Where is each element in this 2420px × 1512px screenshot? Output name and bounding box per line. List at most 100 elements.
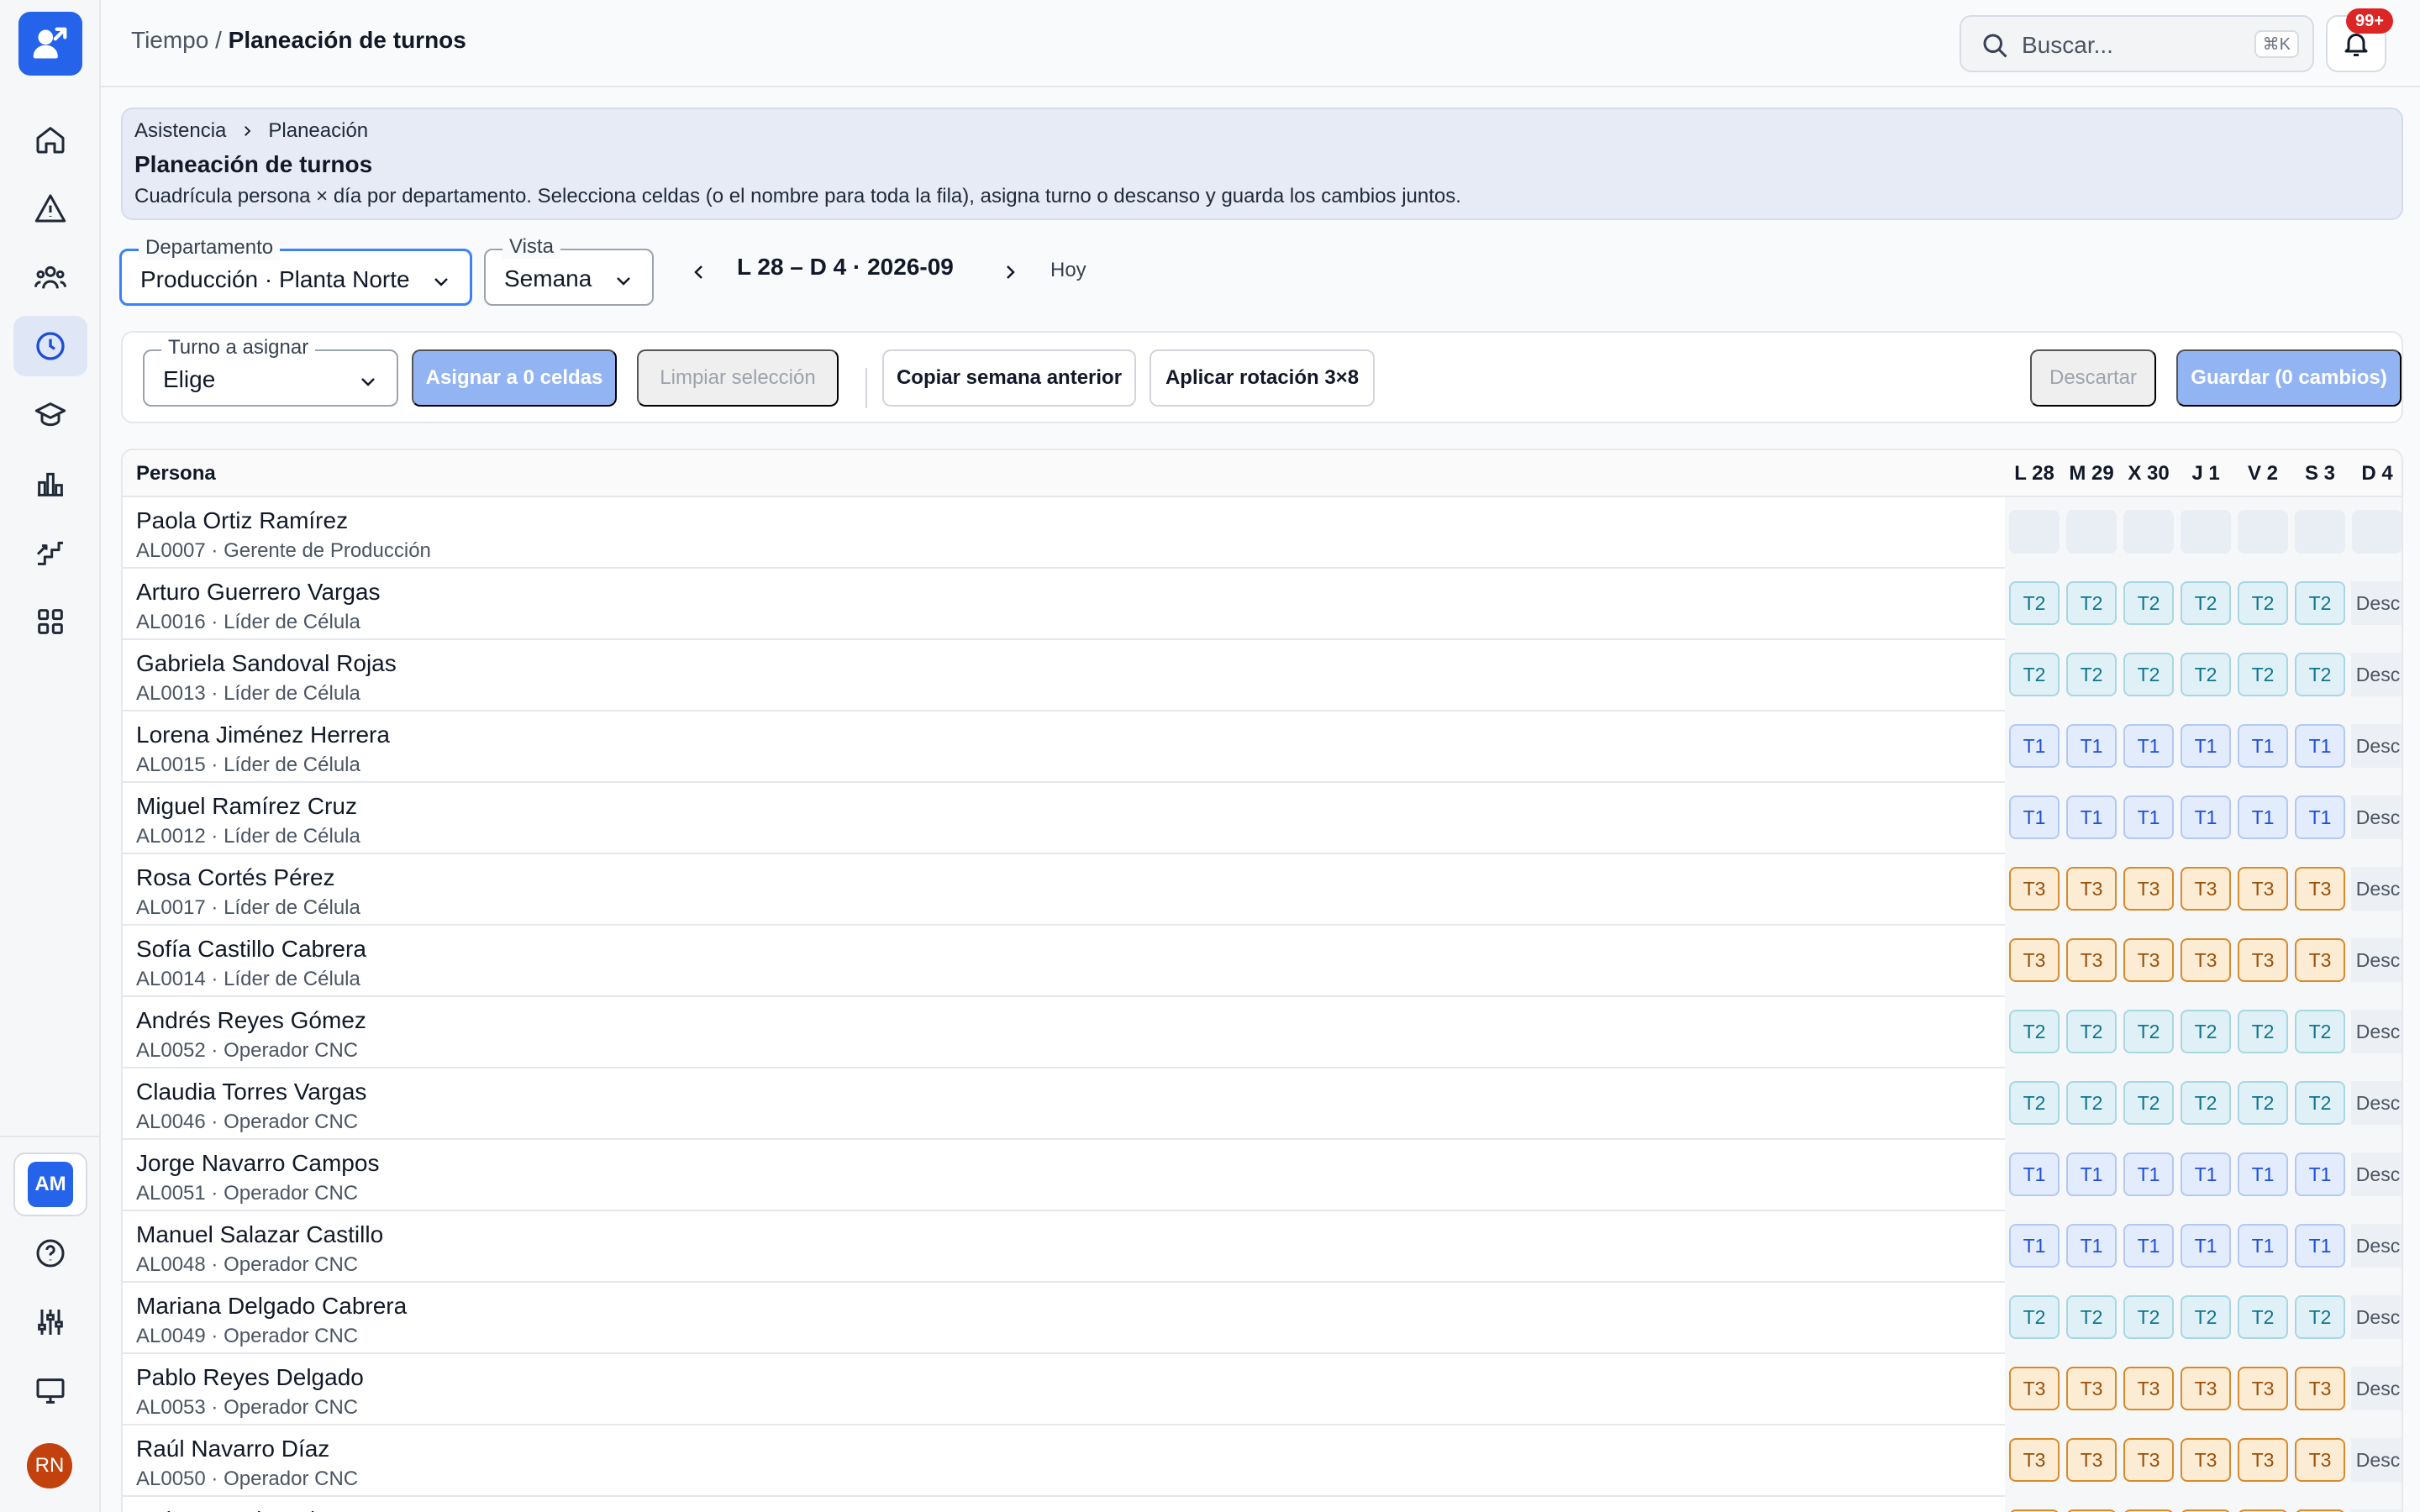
shift-cell[interactable]: T2 bbox=[2181, 1010, 2231, 1053]
user-avatar[interactable]: RN bbox=[27, 1443, 72, 1488]
person-name[interactable]: Claudia Torres Vargas bbox=[136, 1079, 366, 1105]
person-name[interactable]: Mariana Delgado Cabrera bbox=[136, 1293, 407, 1320]
shift-cell[interactable]: T2 bbox=[2009, 653, 2060, 696]
shift-cell[interactable]: T2 bbox=[2295, 581, 2345, 625]
nav-people[interactable] bbox=[13, 247, 87, 307]
nav-help[interactable] bbox=[13, 1223, 87, 1284]
shift-cell[interactable]: T3 bbox=[2295, 867, 2345, 911]
shift-cell[interactable]: T2 bbox=[2066, 581, 2117, 625]
shift-cell[interactable]: Desc bbox=[2351, 1152, 2402, 1196]
shift-cell[interactable]: T2 bbox=[2238, 1010, 2288, 1053]
person-name[interactable]: Paola Ortiz Ramírez bbox=[136, 507, 348, 534]
prev-week-button[interactable] bbox=[682, 255, 716, 289]
shift-cell[interactable]: T2 bbox=[2009, 581, 2060, 625]
shift-select[interactable]: Turno a asignar Elige bbox=[143, 336, 398, 407]
shift-cell[interactable]: T3 bbox=[2009, 938, 2060, 982]
shift-cell[interactable]: T2 bbox=[2123, 581, 2174, 625]
shift-cell[interactable]: T2 bbox=[2238, 653, 2288, 696]
shift-cell[interactable]: Desc bbox=[2351, 867, 2402, 911]
save-changes-button[interactable]: Guardar (0 cambios) bbox=[2176, 349, 2402, 407]
person-name[interactable]: Pablo Reyes Delgado bbox=[136, 1364, 364, 1391]
shift-cell[interactable]: T2 bbox=[2066, 653, 2117, 696]
shift-cell[interactable]: T1 bbox=[2295, 1152, 2345, 1196]
shift-cell[interactable]: T3 bbox=[2238, 938, 2288, 982]
shift-cell[interactable]: T3 bbox=[2238, 867, 2288, 911]
nav-display[interactable] bbox=[13, 1361, 87, 1421]
app-logo[interactable] bbox=[18, 12, 82, 76]
shift-cell[interactable]: T2 bbox=[2295, 1010, 2345, 1053]
nav-home[interactable] bbox=[13, 109, 87, 170]
shift-cell[interactable]: T2 bbox=[2123, 653, 2174, 696]
shift-cell[interactable]: T3 bbox=[2066, 938, 2117, 982]
person-name[interactable]: Rosa Cortés Pérez bbox=[136, 864, 335, 891]
shift-cell[interactable]: T3 bbox=[2009, 1438, 2060, 1482]
shift-cell[interactable]: T2 bbox=[2123, 1295, 2174, 1339]
nav-time[interactable] bbox=[13, 316, 87, 376]
today-button[interactable]: Hoy bbox=[1050, 259, 1086, 282]
shift-cell[interactable]: T2 bbox=[2181, 581, 2231, 625]
shift-cell[interactable]: T2 bbox=[2009, 1010, 2060, 1053]
shift-cell[interactable] bbox=[2352, 510, 2402, 554]
shift-cell[interactable]: T2 bbox=[2181, 653, 2231, 696]
shift-cell[interactable]: T1 bbox=[2295, 795, 2345, 839]
shift-cell[interactable]: T1 bbox=[2066, 724, 2117, 768]
person-name[interactable]: Lorena Jiménez Herrera bbox=[136, 722, 390, 748]
day-header[interactable]: S 3 bbox=[2292, 462, 2348, 486]
shift-cell[interactable]: T1 bbox=[2066, 1152, 2117, 1196]
person-name[interactable]: Raúl Navarro Díaz bbox=[136, 1436, 329, 1462]
apply-rotation-button[interactable]: Aplicar rotación 3×8 bbox=[1150, 349, 1375, 407]
shift-cell[interactable]: Desc bbox=[2351, 1367, 2402, 1410]
discard-button[interactable]: Descartar bbox=[2030, 349, 2156, 407]
shift-cell[interactable]: T1 bbox=[2009, 795, 2060, 839]
shift-cell[interactable]: T1 bbox=[2123, 724, 2174, 768]
nav-alerts[interactable] bbox=[13, 178, 87, 239]
shift-cell[interactable]: T3 bbox=[2295, 938, 2345, 982]
shift-cell[interactable]: T2 bbox=[2295, 1295, 2345, 1339]
shift-cell[interactable]: T3 bbox=[2181, 1438, 2231, 1482]
shift-cell[interactable]: T3 bbox=[2066, 867, 2117, 911]
shift-cell[interactable]: T2 bbox=[2181, 1081, 2231, 1125]
assign-cells-button[interactable]: Asignar a 0 celdas bbox=[412, 349, 617, 407]
shift-cell[interactable]: T3 bbox=[2066, 1438, 2117, 1482]
person-name[interactable]: Roberto Ruiz Rojas bbox=[136, 1507, 340, 1512]
shift-cell[interactable]: T2 bbox=[2009, 1081, 2060, 1125]
shift-cell[interactable]: T1 bbox=[2009, 1224, 2060, 1268]
shift-cell[interactable]: Desc bbox=[2351, 1081, 2402, 1125]
shift-cell[interactable]: T1 bbox=[2238, 724, 2288, 768]
shift-cell[interactable]: Desc bbox=[2351, 1295, 2402, 1339]
shift-cell[interactable]: Desc bbox=[2351, 581, 2402, 625]
shift-cell[interactable] bbox=[2066, 510, 2117, 554]
shift-cell[interactable]: T1 bbox=[2181, 1224, 2231, 1268]
shift-cell[interactable]: T2 bbox=[2238, 1295, 2288, 1339]
shift-cell[interactable]: T1 bbox=[2066, 1224, 2117, 1268]
shift-cell[interactable]: T1 bbox=[2066, 795, 2117, 839]
shift-cell[interactable]: Desc bbox=[2351, 653, 2402, 696]
person-name[interactable]: Jorge Navarro Campos bbox=[136, 1150, 379, 1177]
shift-cell[interactable]: T1 bbox=[2123, 1224, 2174, 1268]
shift-cell[interactable]: T2 bbox=[2295, 1081, 2345, 1125]
shift-cell[interactable]: T2 bbox=[2123, 1081, 2174, 1125]
day-header[interactable]: L 28 bbox=[2007, 462, 2062, 486]
clear-selection-button[interactable]: Limpiar selección bbox=[637, 349, 839, 407]
person-name[interactable]: Andrés Reyes Gómez bbox=[136, 1007, 366, 1034]
shift-cell[interactable]: T2 bbox=[2238, 581, 2288, 625]
breadcrumb-asistencia[interactable]: Asistencia bbox=[134, 119, 226, 143]
shift-cell[interactable]: T2 bbox=[2066, 1295, 2117, 1339]
person-name[interactable]: Manuel Salazar Castillo bbox=[136, 1221, 383, 1248]
next-week-button[interactable] bbox=[993, 255, 1027, 289]
shift-cell[interactable]: T3 bbox=[2123, 1367, 2174, 1410]
shift-cell[interactable]: Desc bbox=[2351, 1224, 2402, 1268]
shift-cell[interactable]: T1 bbox=[2238, 795, 2288, 839]
shift-cell[interactable]: T1 bbox=[2009, 724, 2060, 768]
shift-cell[interactable]: T3 bbox=[2238, 1438, 2288, 1482]
shift-cell[interactable]: T3 bbox=[2123, 938, 2174, 982]
shift-cell[interactable]: Desc bbox=[2351, 1010, 2402, 1053]
shift-cell[interactable]: T3 bbox=[2009, 1367, 2060, 1410]
shift-cell[interactable]: T3 bbox=[2238, 1367, 2288, 1410]
shift-cell[interactable]: Desc bbox=[2351, 724, 2402, 768]
person-name[interactable]: Arturo Guerrero Vargas bbox=[136, 579, 381, 606]
shift-cell[interactable]: T3 bbox=[2123, 867, 2174, 911]
view-select[interactable]: Vista Semana bbox=[484, 235, 654, 306]
person-name[interactable]: Sofía Castillo Cabrera bbox=[136, 936, 366, 963]
breadcrumb-parent[interactable]: Tiempo / bbox=[131, 27, 222, 53]
